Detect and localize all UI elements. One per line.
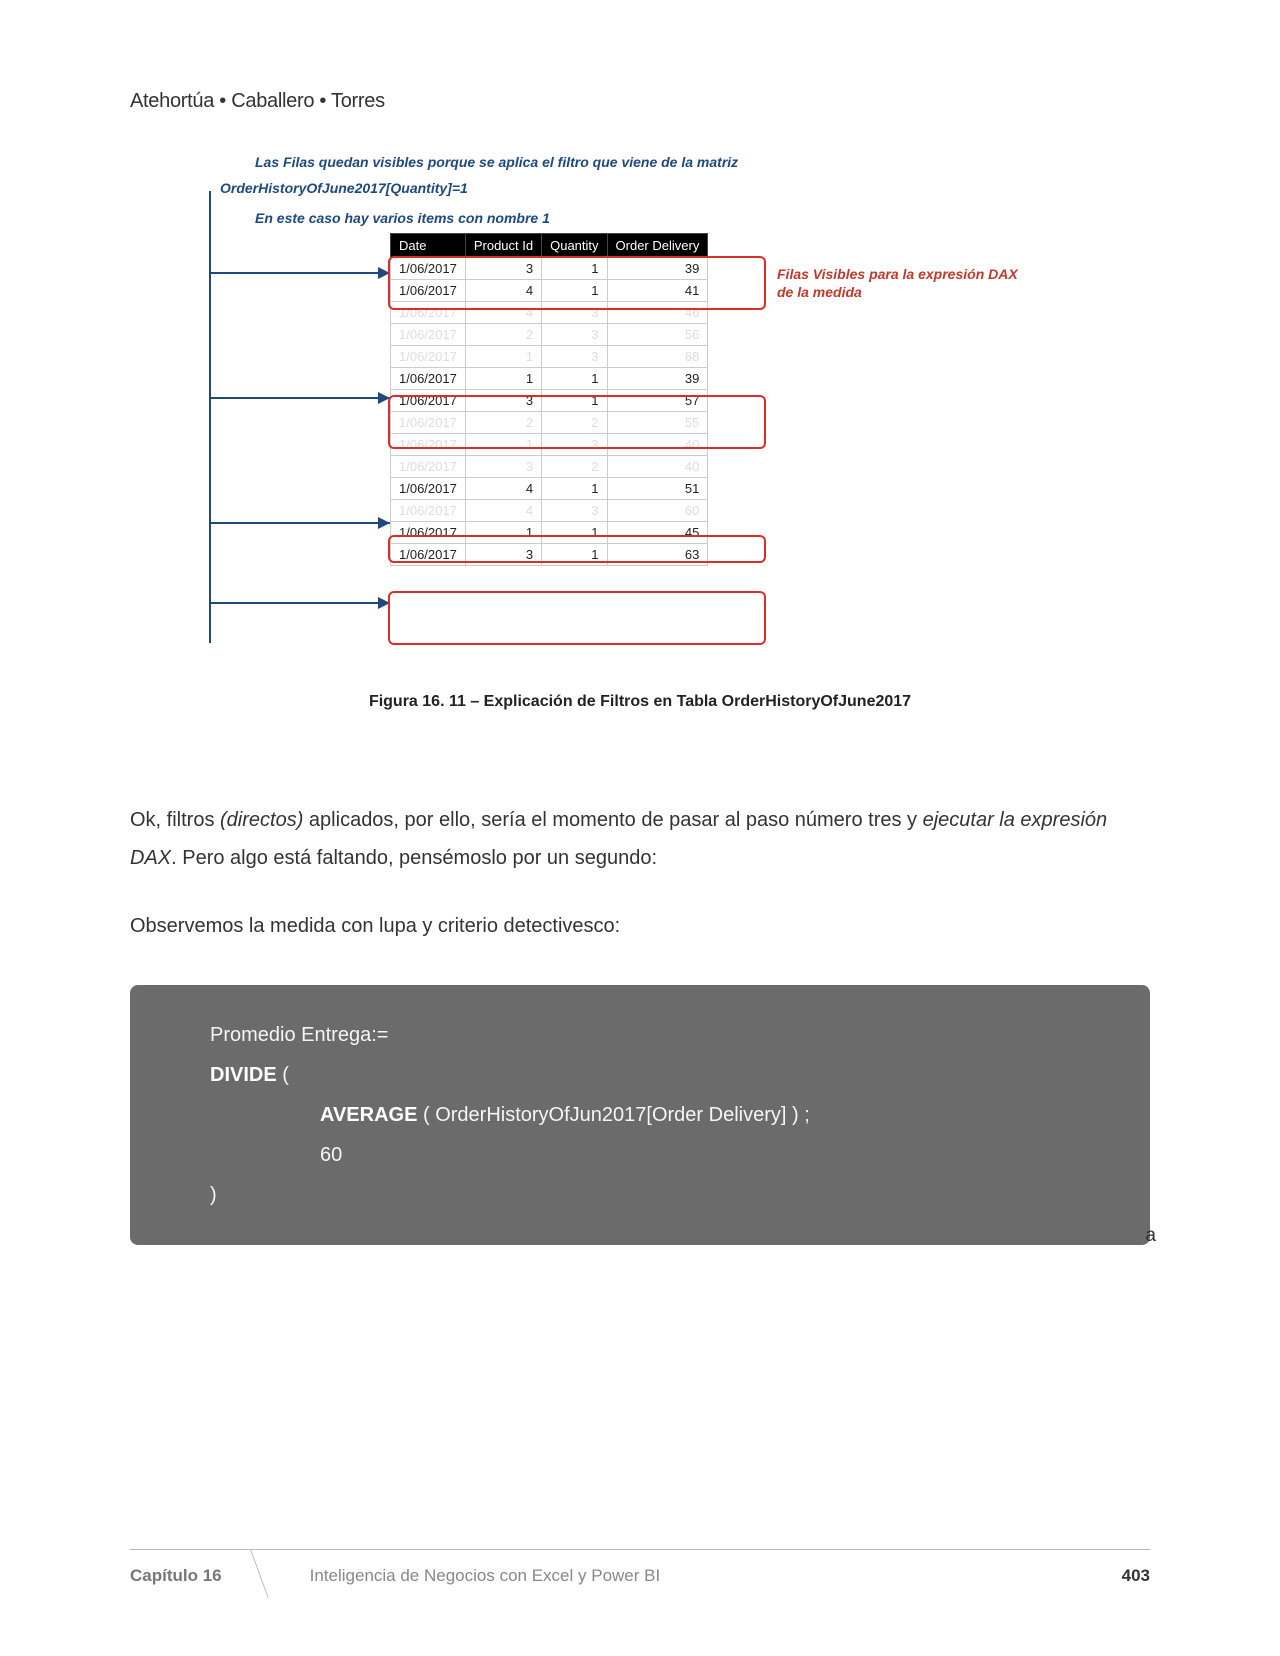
table-header-row: Date Product Id Quantity Order Delivery [391,234,708,258]
code-line: 60 [210,1135,1100,1175]
figure-16-11: Las Filas quedan visibles porque se apli… [130,153,1150,673]
code-line: DIVIDE ( [210,1055,1100,1095]
col-order-delivery: Order Delivery [607,234,708,258]
table-row: 1/06/20172356 [391,324,708,346]
table-row: 1/06/20174141 [391,280,708,302]
table-row: 1/06/20171139 [391,368,708,390]
table-row: 1/06/20173157 [391,390,708,412]
code-line: AVERAGE ( OrderHistoryOfJun2017[Order De… [210,1095,1100,1135]
code-line: ) [210,1175,1100,1215]
annotation-visible-rows: Filas Visibles para la expresión DAX de … [777,265,1037,301]
col-product-id: Product Id [465,234,541,258]
col-quantity: Quantity [542,234,607,258]
bracket-connector [190,173,390,653]
table-row: 1/06/20174346 [391,302,708,324]
table-row: 1/06/20174360 [391,500,708,522]
annotation-matrix-filter: Las Filas quedan visibles porque se apli… [255,153,775,171]
footer-chapter: Capítulo 16 [130,1566,260,1586]
table-row: 1/06/20173163 [391,544,708,566]
col-date: Date [391,234,466,258]
table-row: 1/06/20171145 [391,522,708,544]
table-row: 1/06/20172255 [391,412,708,434]
order-history-table: Date Product Id Quantity Order Delivery … [390,233,708,566]
highlight-box [388,591,766,645]
table-row: 1/06/20171340 [391,434,708,456]
dax-code-block: Promedio Entrega:= DIVIDE ( AVERAGE ( Or… [130,985,1150,1245]
code-line: Promedio Entrega:= [210,1015,1100,1055]
table-row: 1/06/20174151 [391,478,708,500]
page-header-authors: Atehortúa • Caballero • Torres [130,90,1150,113]
table-row: 1/06/20173139 [391,258,708,280]
stray-character: a [1145,1225,1156,1247]
figure-caption: Figura 16. 11 – Explicación de Filtros e… [130,693,1150,711]
footer-page-number: 403 [1122,1566,1150,1586]
footer-book-title: Inteligencia de Negocios con Excel y Pow… [260,1566,1122,1586]
table-row: 1/06/20173240 [391,456,708,478]
page-footer: Capítulo 16 Inteligencia de Negocios con… [130,1549,1150,1586]
paragraph-2: Observemos la medida con lupa y criterio… [130,907,1150,945]
table-row: 1/06/20171368 [391,346,708,368]
paragraph-1: Ok, filtros (directos) aplicados, por el… [130,801,1150,877]
